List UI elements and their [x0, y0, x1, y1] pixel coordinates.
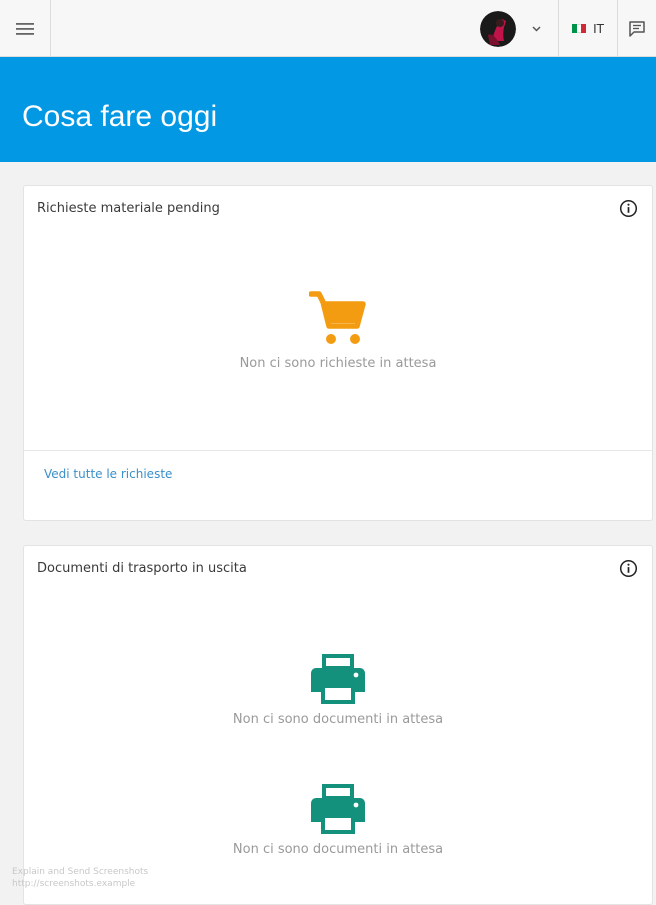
pending-requests-card: Richieste materiale pending Non ci sono …	[23, 185, 653, 521]
hamburger-menu-icon	[16, 22, 34, 35]
page-header: Cosa fare oggi	[0, 57, 656, 162]
flag-stripe-red	[581, 24, 587, 33]
info-icon[interactable]	[619, 559, 638, 578]
avatar[interactable]	[480, 10, 516, 47]
user-menu[interactable]	[478, 0, 558, 57]
card-title: Documenti di trasporto in uscita	[37, 561, 247, 576]
printer-icon	[311, 654, 365, 704]
chat-icon	[629, 20, 645, 37]
page-title: Cosa fare oggi	[22, 100, 218, 133]
top-bar: IT	[0, 0, 656, 57]
menu-button[interactable]	[0, 0, 51, 57]
empty-state-text: Non ci sono richieste in attesa	[239, 356, 437, 371]
chat-button[interactable]	[618, 0, 656, 57]
outgoing-transport-documents-card: Documenti di trasporto in uscita Non ci …	[23, 545, 653, 905]
watermark: Explain and Send Screenshots http://scre…	[12, 866, 148, 890]
card-divider	[24, 450, 652, 451]
info-icon[interactable]	[619, 199, 638, 218]
view-all-requests-link[interactable]: Vedi tutte le richieste	[44, 467, 172, 481]
italian-flag-icon	[572, 24, 587, 33]
card-title: Richieste materiale pending	[37, 201, 220, 216]
chevron-down-icon[interactable]	[532, 25, 541, 32]
language-code: IT	[593, 21, 604, 36]
shopping-cart-icon	[309, 291, 366, 344]
empty-state-text: Non ci sono documenti in attesa	[232, 842, 444, 857]
printer-icon	[311, 784, 365, 834]
empty-state-text: Non ci sono documenti in attesa	[232, 712, 444, 727]
watermark-line: http://screenshots.example	[12, 879, 136, 889]
language-selector[interactable]: IT	[558, 0, 618, 57]
watermark-line: Explain and Send Screenshots	[12, 867, 149, 877]
